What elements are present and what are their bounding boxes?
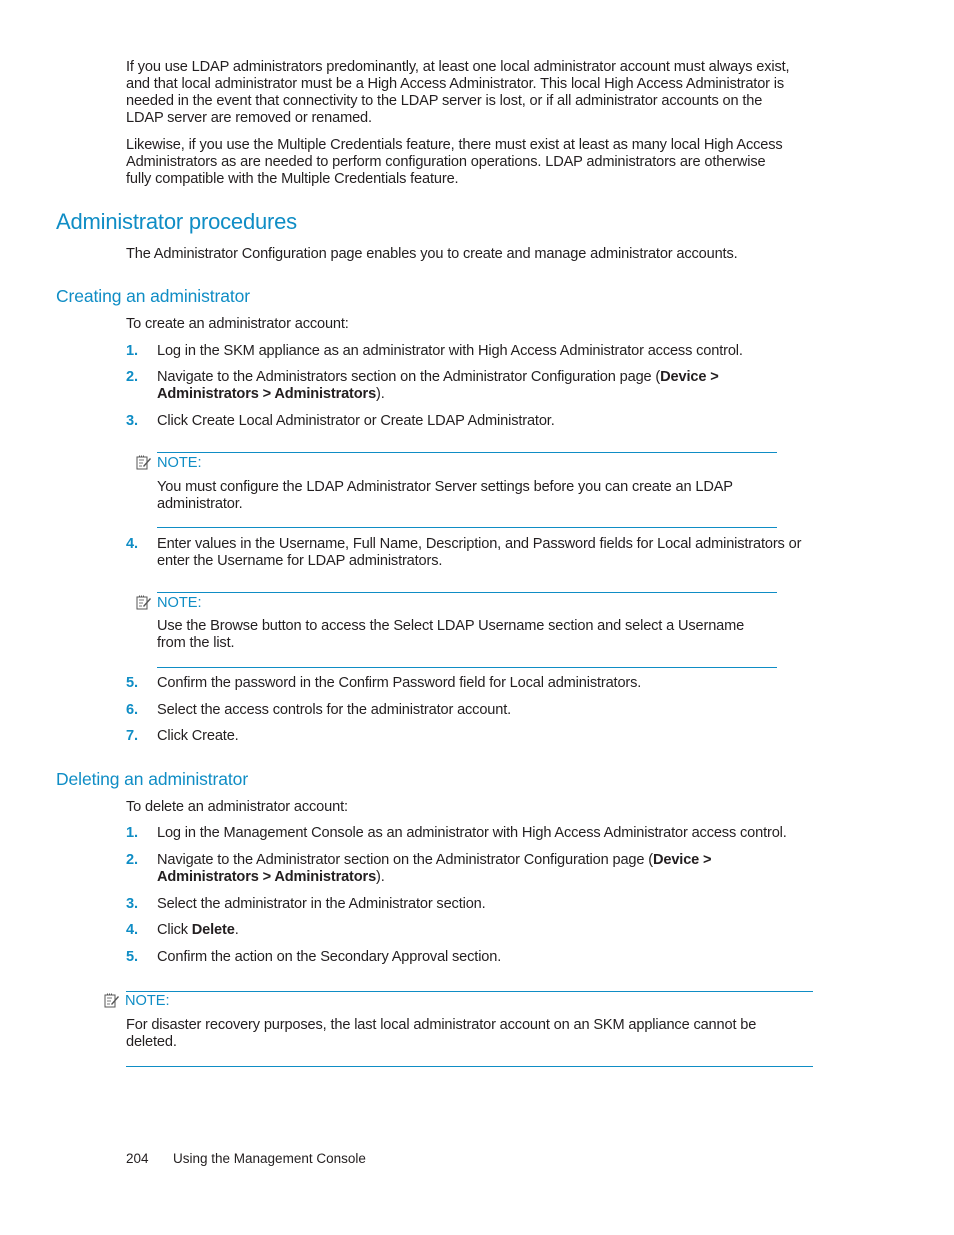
note-label: NOTE: [125, 993, 170, 1009]
text-line: You must configure the LDAP Administrato… [157, 479, 733, 495]
note-pencil-icon [136, 455, 151, 470]
text-line: Enter values in the Username, Full Name,… [157, 536, 802, 552]
note-body: For disaster recovery purposes, the last… [126, 1017, 756, 1051]
note-top-rule [157, 592, 777, 593]
chapter-title: Using the Management Console [173, 1151, 366, 1166]
text-line: needed in the event that connectivity to… [126, 93, 763, 109]
text-line: LDAP server are removed or renamed. [126, 110, 372, 126]
step-text: Log in the SKM appliance as an administr… [157, 343, 743, 359]
menu-path-bold: Administrators > Administrators [157, 869, 377, 885]
step-number: 3. [126, 896, 138, 912]
section-title: Administrator procedures [56, 209, 297, 234]
text: ). [376, 386, 385, 402]
note-header: NOTE: [104, 993, 170, 1009]
step-number: 5. [126, 949, 138, 965]
note-header: NOTE: [136, 595, 202, 611]
text-line: from the list. [157, 635, 235, 651]
menu-path-bold: Device > [652, 852, 712, 868]
step-text: Confirm the action on the Secondary Appr… [157, 949, 502, 965]
page-number: 204 [126, 1151, 149, 1166]
note-bottom-rule [126, 1066, 813, 1067]
step-text: Log in the Management Console as an admi… [157, 825, 787, 841]
text-line: deleted. [126, 1034, 177, 1050]
menu-path-bold: Device > [660, 369, 719, 385]
step-text: Click Delete. [157, 922, 239, 939]
note-top-rule [126, 991, 813, 992]
step-number: 3. [126, 413, 138, 429]
step-number: 1. [126, 343, 138, 359]
step-text: Navigate to the Administrators section o… [157, 369, 719, 403]
creating-heading: Creating an administrator [56, 286, 250, 306]
step-text: Select the administrator in the Administ… [157, 896, 486, 912]
note-top-rule [157, 452, 777, 453]
step-number: 4. [126, 536, 138, 552]
step-number: 5. [126, 675, 138, 691]
intro-paragraph-1: If you use LDAP administrators predomina… [126, 59, 790, 127]
text-line: fully compatible with the Multiple Crede… [126, 171, 459, 187]
text-line: Administrators as are needed to perform … [126, 154, 766, 170]
step-text: Select the access controls for the admin… [157, 702, 512, 718]
note-header: NOTE: [136, 455, 202, 471]
text-line: Likewise, if you use the Multiple Creden… [126, 137, 783, 153]
step-number: 4. [126, 922, 138, 938]
text-line: and that local administrator must be a H… [126, 76, 785, 92]
text: . [234, 922, 239, 938]
note-body: Use the Browse button to access the Sele… [157, 618, 744, 652]
note-bottom-rule [157, 667, 777, 668]
step-text: Click Create Local Administrator or Crea… [157, 413, 555, 429]
button-name-bold: Delete [191, 922, 235, 938]
text-line: Use the Browse button to access the Sele… [157, 618, 745, 634]
step-number: 2. [126, 369, 138, 385]
note-label: NOTE: [157, 455, 202, 471]
intro-paragraph-2: Likewise, if you use the Multiple Creden… [126, 137, 783, 188]
text: Navigate to the Administrator section on… [157, 852, 653, 868]
text: ). [376, 869, 385, 885]
text-line: administrator. [157, 496, 243, 512]
text-line: enter the Username for LDAP administrato… [157, 553, 443, 569]
step-text: Confirm the password in the Confirm Pass… [157, 675, 642, 691]
text-line: For disaster recovery purposes, the last… [126, 1017, 757, 1033]
step-number: 2. [126, 852, 138, 868]
note-bottom-rule [157, 527, 777, 528]
deleting-heading: Deleting an administrator [56, 769, 249, 789]
deleting-lead: To delete an administrator account: [126, 799, 348, 815]
note-body: You must configure the LDAP Administrato… [157, 479, 733, 513]
creating-lead: To create an administrator account: [126, 316, 349, 332]
note-pencil-icon [136, 595, 151, 610]
step-number: 7. [126, 728, 138, 744]
step-text: Enter values in the Username, Full Name,… [157, 536, 801, 570]
text-line: If you use LDAP administrators predomina… [126, 59, 790, 75]
note-pencil-icon [104, 993, 119, 1008]
step-number: 1. [126, 825, 138, 841]
section-description: The Administrator Configuration page ena… [126, 246, 738, 262]
step-text: Click Create. [157, 728, 239, 744]
text: Navigate to the Administrators section o… [157, 369, 661, 385]
step-number: 6. [126, 702, 138, 718]
note-label: NOTE: [157, 595, 202, 611]
text: Click [157, 922, 192, 938]
step-text: Navigate to the Administrator section on… [157, 852, 712, 886]
menu-path-bold: Administrators > Administrators [157, 386, 377, 402]
